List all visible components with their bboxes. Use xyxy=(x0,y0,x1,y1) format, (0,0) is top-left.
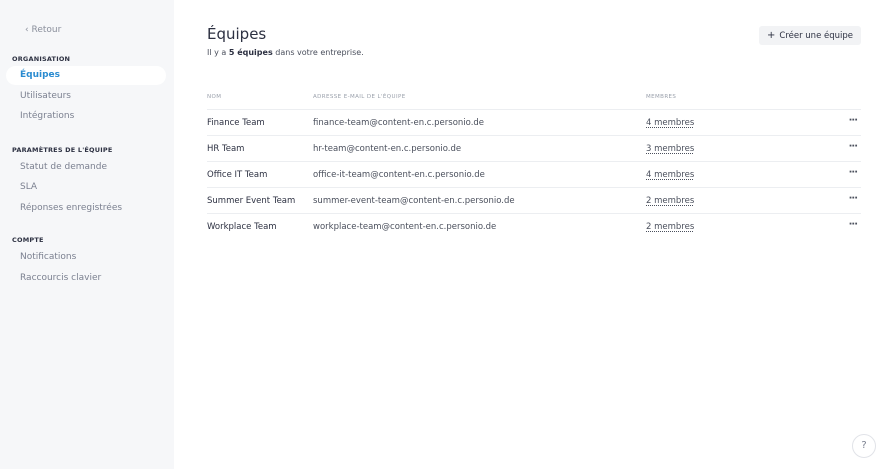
table-row[interactable]: Finance Team finance-team@content-en.c.p… xyxy=(207,109,861,135)
more-options-icon[interactable]: ··· xyxy=(849,193,858,204)
team-members-link[interactable]: 2 membres xyxy=(646,196,694,206)
column-header-name[interactable]: NOM xyxy=(207,94,221,100)
subtitle-prefix: Il y a xyxy=(207,48,229,57)
column-header-email[interactable]: ADRESSE E-MAIL DE L'ÉQUIPE xyxy=(313,94,406,100)
sidebar-item-raccourcis-clavier[interactable]: Raccourcis clavier xyxy=(6,269,166,288)
team-members-link[interactable]: 4 membres xyxy=(646,118,694,128)
sidebar-item-reponses-enregistrees[interactable]: Réponses enregistrées xyxy=(6,199,166,218)
create-team-button[interactable]: + Créer une équipe xyxy=(759,26,861,45)
table-row[interactable]: HR Team hr-team@content-en.c.personio.de… xyxy=(207,135,861,161)
table-row[interactable]: Office IT Team office-it-team@content-en… xyxy=(207,161,861,187)
page-subtitle: Il y a 5 équipes dans votre entreprise. xyxy=(207,48,364,57)
section-title-organisation: ORGANISATION xyxy=(12,55,71,63)
team-email: summer-event-team@content-en.c.personio.… xyxy=(313,196,515,206)
team-name: Workplace Team xyxy=(207,222,277,232)
team-email: office-it-team@content-en.c.personio.de xyxy=(313,170,485,180)
chevron-left-icon: ‹ xyxy=(25,25,29,35)
sidebar-item-integrations[interactable]: Intégrations xyxy=(6,107,166,126)
team-name: Summer Event Team xyxy=(207,196,296,206)
team-email: workplace-team@content-en.c.personio.de xyxy=(313,222,497,232)
more-options-icon[interactable]: ··· xyxy=(849,115,858,126)
section-title-compte: COMPTE xyxy=(12,236,44,244)
more-options-icon[interactable]: ··· xyxy=(849,167,858,178)
plus-icon: + xyxy=(767,30,776,41)
team-email: hr-team@content-en.c.personio.de xyxy=(313,144,462,154)
sidebar-item-sla[interactable]: SLA xyxy=(6,178,166,197)
sidebar-item-statut-de-demande[interactable]: Statut de demande xyxy=(6,158,166,177)
column-header-members[interactable]: MEMBRES xyxy=(646,94,676,100)
section-title-parametres: PARAMÈTRES DE L'ÉQUIPE xyxy=(12,146,113,154)
subtitle-suffix: dans votre entreprise. xyxy=(272,48,364,57)
create-team-label: Créer une équipe xyxy=(779,31,853,41)
sidebar-item-notifications[interactable]: Notifications xyxy=(6,248,166,267)
sidebar-item-utilisateurs[interactable]: Utilisateurs xyxy=(6,87,166,106)
more-options-icon[interactable]: ··· xyxy=(849,141,858,152)
team-name: Office IT Team xyxy=(207,170,268,180)
table-row[interactable]: Workplace Team workplace-team@content-en… xyxy=(207,213,861,239)
main-content: Équipes Il y a 5 équipes dans votre entr… xyxy=(174,0,890,469)
subtitle-count: 5 équipes xyxy=(228,48,273,57)
help-button[interactable]: ? xyxy=(852,434,876,458)
team-members-link[interactable]: 2 membres xyxy=(646,222,694,232)
sidebar: ‹ Retour ORGANISATION Équipes Utilisateu… xyxy=(0,0,174,469)
back-link[interactable]: ‹ Retour xyxy=(25,25,61,35)
team-email: finance-team@content-en.c.personio.de xyxy=(313,118,485,128)
back-link-label: Retour xyxy=(31,25,62,35)
team-members-link[interactable]: 4 membres xyxy=(646,170,694,180)
team-members-link[interactable]: 3 membres xyxy=(646,144,694,154)
more-options-icon[interactable]: ··· xyxy=(849,219,858,230)
team-name: HR Team xyxy=(207,144,245,154)
table-row[interactable]: Summer Event Team summer-event-team@cont… xyxy=(207,187,861,213)
team-name: Finance Team xyxy=(207,118,265,128)
sidebar-item-equipes[interactable]: Équipes xyxy=(6,66,166,85)
page-title: Équipes xyxy=(207,25,267,43)
